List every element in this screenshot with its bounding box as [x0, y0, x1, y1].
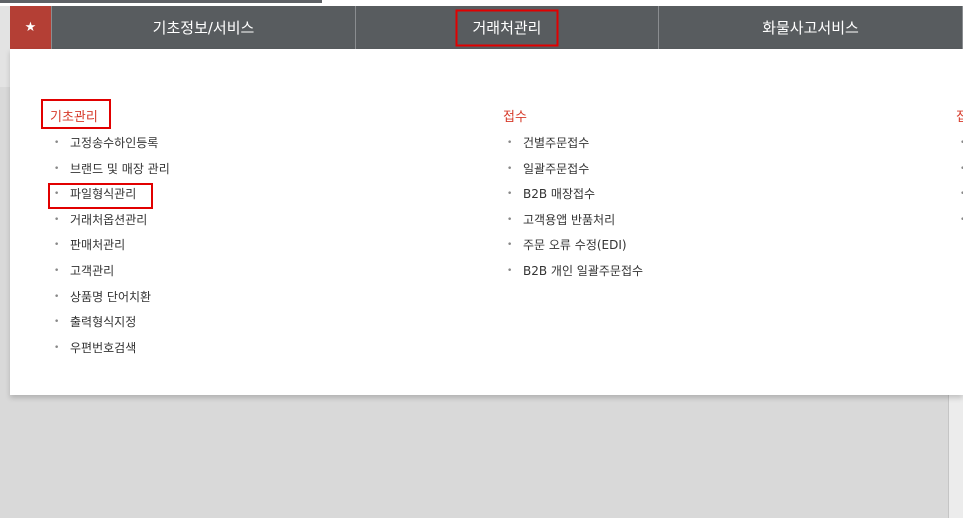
menu-item[interactable]: • 일괄주문접수: [505, 157, 643, 183]
favorites-star-icon[interactable]: ★: [10, 6, 51, 49]
menu-item[interactable]: • 거래처옵션관리: [52, 208, 170, 234]
tab-basic-info-label: 기초정보/서비스: [152, 19, 255, 37]
menu-column-title: 접수: [503, 110, 527, 125]
menu-item[interactable]: • 출력형식지정: [52, 310, 170, 336]
menu-item[interactable]: •: [958, 182, 963, 208]
mega-menu: 기초관리 • 고정송수하인등록 • 브랜드 및 매장 관리 • 파일형식관리 • 거래처…: [10, 49, 963, 395]
highlight-box: [48, 183, 153, 209]
top-strip-bar: [0, 0, 322, 3]
tab-basic-info[interactable]: 기초정보/서비스: [51, 6, 355, 49]
menu-item[interactable]: • 고객용앱 반품처리: [505, 208, 643, 234]
main-nav: ★ 기초정보/서비스 거래처관리 화물사고서비스: [10, 6, 963, 49]
menu-item[interactable]: • 고정송수하인등록: [52, 131, 170, 157]
menu-list: • 고정송수하인등록 • 브랜드 및 매장 관리 • 파일형식관리 • 거래처옵션관리 …: [52, 131, 170, 361]
menu-item[interactable]: • B2B 매장접수: [505, 182, 643, 208]
menu-item[interactable]: • 판매처관리: [52, 233, 170, 259]
menu-item[interactable]: • 고객관리: [52, 259, 170, 285]
menu-item[interactable]: • 브랜드 및 매장 관리: [52, 157, 170, 183]
tab-account-management[interactable]: 거래처관리: [355, 6, 658, 49]
tab-cargo-accident[interactable]: 화물사고서비스: [658, 6, 962, 49]
highlight-box: [455, 9, 559, 46]
menu-item[interactable]: •: [958, 131, 963, 157]
menu-list: • • • •: [958, 131, 963, 233]
menu-column-title: 접: [956, 110, 963, 125]
menu-item[interactable]: • 건별주문접수: [505, 131, 643, 157]
menu-item[interactable]: •: [958, 208, 963, 234]
highlight-box: [41, 99, 111, 129]
menu-item[interactable]: • 상품명 단어치환: [52, 285, 170, 311]
menu-list: • 건별주문접수 • 일괄주문접수 • B2B 매장접수 • 고객용앱 반품처리 • 주문…: [505, 131, 643, 285]
tab-cargo-accident-label: 화물사고서비스: [762, 19, 859, 37]
menu-item[interactable]: • 주문 오류 수정(EDI): [505, 233, 643, 259]
menu-item[interactable]: •: [958, 157, 963, 183]
menu-item[interactable]: • 우편번호검색: [52, 336, 170, 362]
menu-item[interactable]: • B2B 개인 일괄주문접수: [505, 259, 643, 285]
